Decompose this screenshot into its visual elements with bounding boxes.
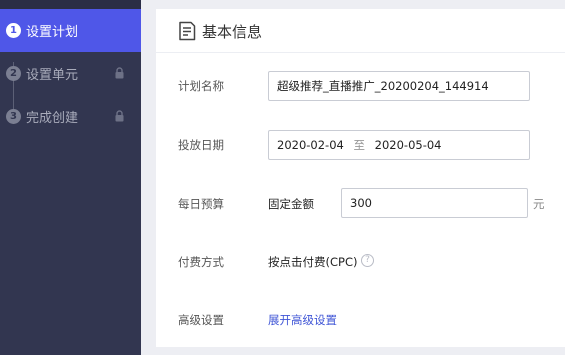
- step-finish: 3 完成创建: [0, 95, 141, 138]
- schedule-label: 投放日期: [178, 138, 224, 152]
- step-number: 2: [6, 66, 21, 81]
- help-icon[interactable]: ?: [361, 254, 374, 267]
- steps-sidebar: 1 设置计划 2 设置单元 3 完成创建: [0, 0, 141, 355]
- advanced-label: 高级设置: [178, 313, 224, 327]
- step-label: 设置计划: [26, 25, 79, 40]
- date-separator: 至: [353, 138, 366, 152]
- plan-name-input[interactable]: 超级推荐_直播推广_20200204_144914: [268, 71, 530, 101]
- start-date[interactable]: 2020-02-04: [277, 131, 344, 159]
- step-set-plan[interactable]: 1 设置计划: [0, 9, 141, 52]
- billing-label: 付费方式: [178, 255, 224, 269]
- budget-amount-input[interactable]: 300: [341, 188, 528, 218]
- document-icon: [179, 21, 196, 41]
- lock-icon: [115, 110, 124, 122]
- billing-method: 按点击付费(CPC): [268, 255, 358, 269]
- step-number: 1: [6, 23, 21, 38]
- end-date[interactable]: 2020-05-04: [375, 131, 442, 159]
- basic-info-card: 基本信息 计划名称 超级推荐_直播推广_20200204_144914 投放日期…: [156, 9, 565, 347]
- budget-type: 固定金额: [268, 197, 314, 211]
- step-label: 设置单元: [26, 68, 79, 83]
- budget-unit: 元: [533, 197, 545, 211]
- step-number: 3: [6, 109, 21, 124]
- sidebar-top-strip: [0, 0, 141, 9]
- budget-label: 每日预算: [178, 197, 224, 211]
- step-set-unit: 2 设置单元: [0, 52, 141, 95]
- step-label: 完成创建: [26, 111, 79, 126]
- plan-name-label: 计划名称: [178, 79, 224, 93]
- section-title: 基本信息: [202, 23, 263, 41]
- lock-icon: [115, 67, 124, 79]
- expand-advanced-link[interactable]: 展开高级设置: [268, 312, 337, 328]
- date-range-picker[interactable]: 2020-02-04 至 2020-05-04: [268, 130, 530, 160]
- card-header: 基本信息: [156, 9, 565, 53]
